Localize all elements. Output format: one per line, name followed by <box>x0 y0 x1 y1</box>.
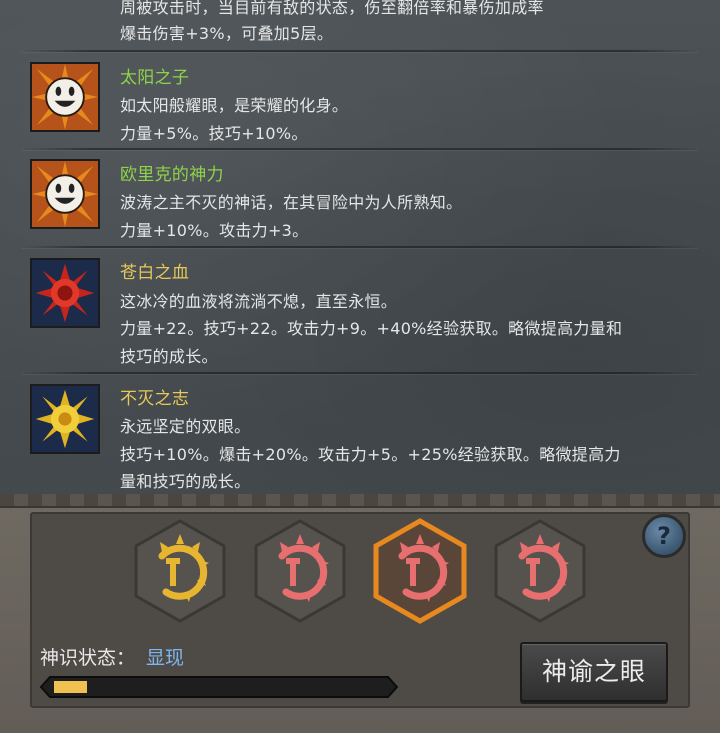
buff-list: 周被攻击时，当目前有敌的状态，伤至翻倍率和暴伤加成率 爆击伤害+3%，可叠加5层… <box>0 0 720 494</box>
gold-sun-icon <box>30 384 100 454</box>
buff-partial-line-2: 爆击伤害+3%，可叠加5层。 <box>120 24 334 43</box>
red-sun-icon <box>30 258 100 328</box>
row-divider <box>22 372 698 374</box>
buff-stats: 力量+22。技巧+22。攻击力+9。+40%经验获取。略微提高力量和 <box>120 319 623 338</box>
help-icon[interactable]: ? <box>642 514 686 558</box>
buff-desc: 如太阳般耀眼，是荣耀的化身。 <box>120 96 349 115</box>
smiley-sun-icon <box>30 62 100 132</box>
status-value: 显现 <box>146 647 185 669</box>
buff-stats: 量和技巧的成长。 <box>120 472 251 491</box>
buff-stats: 力量+5%。技巧+10%。 <box>120 124 308 143</box>
red-glyph-icon-selected[interactable] <box>372 518 468 624</box>
row-divider <box>22 148 698 150</box>
divine-sense-progress-bar <box>40 676 398 698</box>
status-label: 神识状态： <box>40 647 136 669</box>
buff-title-euric-power: 欧里克的神力 <box>120 165 224 185</box>
buff-title-pale-blood: 苍白之血 <box>120 263 190 283</box>
buff-stats: 技巧的成长。 <box>120 347 218 366</box>
buff-partial-line-1: 周被攻击时，当目前有敌的状态，伤至翻倍率和暴伤加成率 <box>120 0 544 17</box>
red-glyph-icon[interactable] <box>252 518 348 624</box>
smiley-sun-icon <box>30 159 100 229</box>
buff-desc: 永远坚定的双眼。 <box>120 417 251 436</box>
row-divider <box>22 246 698 248</box>
buff-desc: 这冰冷的血液将流淌不熄，直至永恒。 <box>120 292 398 311</box>
buff-title-sun-son: 太阳之子 <box>120 68 190 88</box>
buff-stats: 力量+10%。攻击力+3。 <box>120 221 309 240</box>
buff-stats: 技巧+10%。爆击+20%。攻击力+5。+25%经验获取。略微提高力 <box>120 445 621 464</box>
oracle-eye-button[interactable]: 神谕之眼 <box>520 642 668 702</box>
row-divider <box>22 50 698 52</box>
panel-trim <box>0 494 720 508</box>
red-glyph-icon[interactable] <box>492 518 588 624</box>
buff-desc: 波涛之主不灭的神话，在其冒险中为人所熟知。 <box>120 193 463 212</box>
buff-title-immortal-will: 不灭之志 <box>120 389 190 409</box>
gold-glyph-icon[interactable] <box>132 518 228 624</box>
